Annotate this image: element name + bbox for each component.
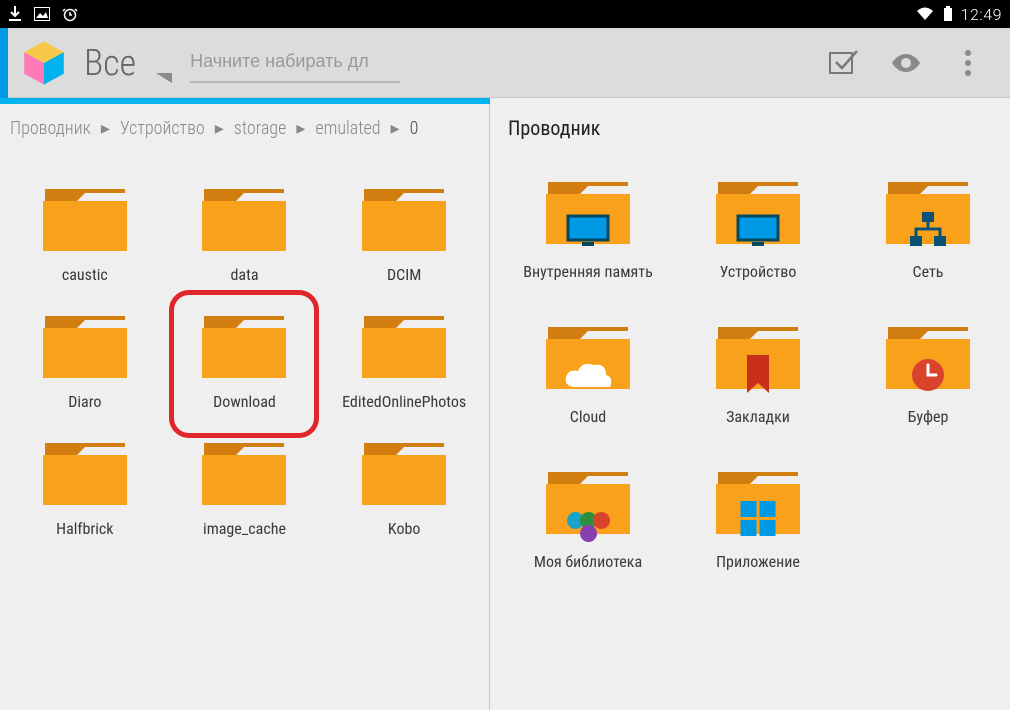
status-time: 12:49: [961, 5, 1002, 24]
overflow-menu-button[interactable]: [952, 47, 984, 79]
location-label: Устройство: [720, 262, 797, 281]
right-pane: Проводник Внутренняя память Устройство: [490, 104, 1010, 710]
folder-label: data: [230, 265, 258, 284]
app-bar: Все: [0, 28, 1010, 98]
location-applications[interactable]: Приложение: [676, 468, 840, 571]
image-icon: [34, 7, 50, 21]
location-device[interactable]: Устройство: [676, 178, 840, 281]
folder-label: Download: [213, 392, 276, 411]
folder-label: DCIM: [387, 265, 421, 284]
breadcrumb[interactable]: Проводник ▸ Устройство ▸ storage ▸ emula…: [8, 114, 481, 151]
library-balls-icon: [567, 514, 609, 540]
chevron-right-icon: ▸: [296, 118, 305, 139]
search-input[interactable]: [190, 43, 400, 83]
clock-icon: [910, 357, 946, 393]
folder-item[interactable]: data: [168, 185, 322, 284]
chevron-right-icon: ▸: [101, 118, 110, 139]
menu-strip[interactable]: [0, 28, 8, 98]
location-label: Моя библиотека: [534, 552, 642, 571]
location-network[interactable]: Сеть: [846, 178, 1010, 281]
folder-icon: [41, 312, 129, 382]
breadcrumb-item[interactable]: 0: [410, 118, 419, 139]
app-logo-icon[interactable]: [14, 33, 74, 93]
folder-item[interactable]: DCIM: [327, 185, 481, 284]
location-label: Приложение: [716, 552, 800, 571]
breadcrumb-item[interactable]: emulated: [315, 118, 380, 139]
dropdown-triangle-icon[interactable]: [156, 68, 172, 87]
folder-item[interactable]: image_cache: [168, 439, 322, 538]
location-clipboard[interactable]: Буфер: [846, 323, 1010, 426]
location-internal-memory[interactable]: Внутренняя память: [506, 178, 670, 281]
battery-icon: [943, 6, 953, 22]
folder-icon: [41, 185, 129, 255]
folder-label: Diaro: [68, 392, 101, 411]
folder-icon: [41, 439, 129, 509]
right-pane-title: Проводник: [506, 114, 1010, 154]
folder-label: Kobo: [388, 519, 420, 538]
alarm-icon: [62, 6, 78, 22]
folder-item[interactable]: Halfbrick: [8, 439, 162, 538]
location-bookmarks[interactable]: Закладки: [676, 323, 840, 426]
app-title[interactable]: Все: [84, 42, 136, 84]
chevron-right-icon: ▸: [391, 118, 400, 139]
chevron-right-icon: ▸: [215, 118, 224, 139]
folder-icon: [200, 312, 288, 382]
monitor-icon: [736, 214, 780, 248]
download-icon: [8, 6, 22, 22]
folder-label: Halfbrick: [56, 519, 113, 538]
location-label: Сеть: [913, 262, 944, 281]
folder-icon: [200, 185, 288, 255]
folder-grid-left: caustic data DCIM Diaro Download: [8, 151, 481, 538]
folder-icon: [360, 439, 448, 509]
folder-item-download[interactable]: Download: [168, 312, 322, 411]
visibility-button[interactable]: [890, 47, 922, 79]
wifi-icon: [915, 6, 935, 22]
network-icon: [908, 212, 948, 250]
folder-icon: [200, 439, 288, 509]
folder-item[interactable]: EditedOnlinePhotos: [327, 312, 481, 411]
location-label: Закладки: [726, 407, 790, 426]
breadcrumb-item[interactable]: Проводник: [10, 118, 91, 139]
folder-icon: [360, 185, 448, 255]
monitor-icon: [566, 214, 610, 248]
select-toggle-button[interactable]: [828, 47, 860, 79]
android-status-bar: 12:49: [0, 0, 1010, 28]
location-label: Cloud: [570, 407, 606, 426]
location-label: Буфер: [908, 407, 949, 426]
folder-item[interactable]: Kobo: [327, 439, 481, 538]
folder-label: caustic: [62, 265, 108, 284]
location-label: Внутренняя память: [523, 262, 652, 281]
location-library[interactable]: Моя библиотека: [506, 468, 670, 571]
folder-item[interactable]: caustic: [8, 185, 162, 284]
folder-icon: [360, 312, 448, 382]
cloud-icon: [562, 361, 614, 391]
folder-label: EditedOnlinePhotos: [342, 392, 466, 411]
bookmark-icon: [745, 355, 771, 395]
breadcrumb-item[interactable]: storage: [234, 118, 287, 139]
left-pane: Проводник ▸ Устройство ▸ storage ▸ emula…: [0, 104, 490, 710]
breadcrumb-item[interactable]: Устройство: [120, 118, 205, 139]
location-cloud[interactable]: Cloud: [506, 323, 670, 426]
folder-label: image_cache: [203, 519, 286, 538]
folder-item[interactable]: Diaro: [8, 312, 162, 411]
apps-grid-icon: [741, 501, 776, 536]
folder-grid-right: Внутренняя память Устройство Сеть: [506, 154, 1010, 571]
